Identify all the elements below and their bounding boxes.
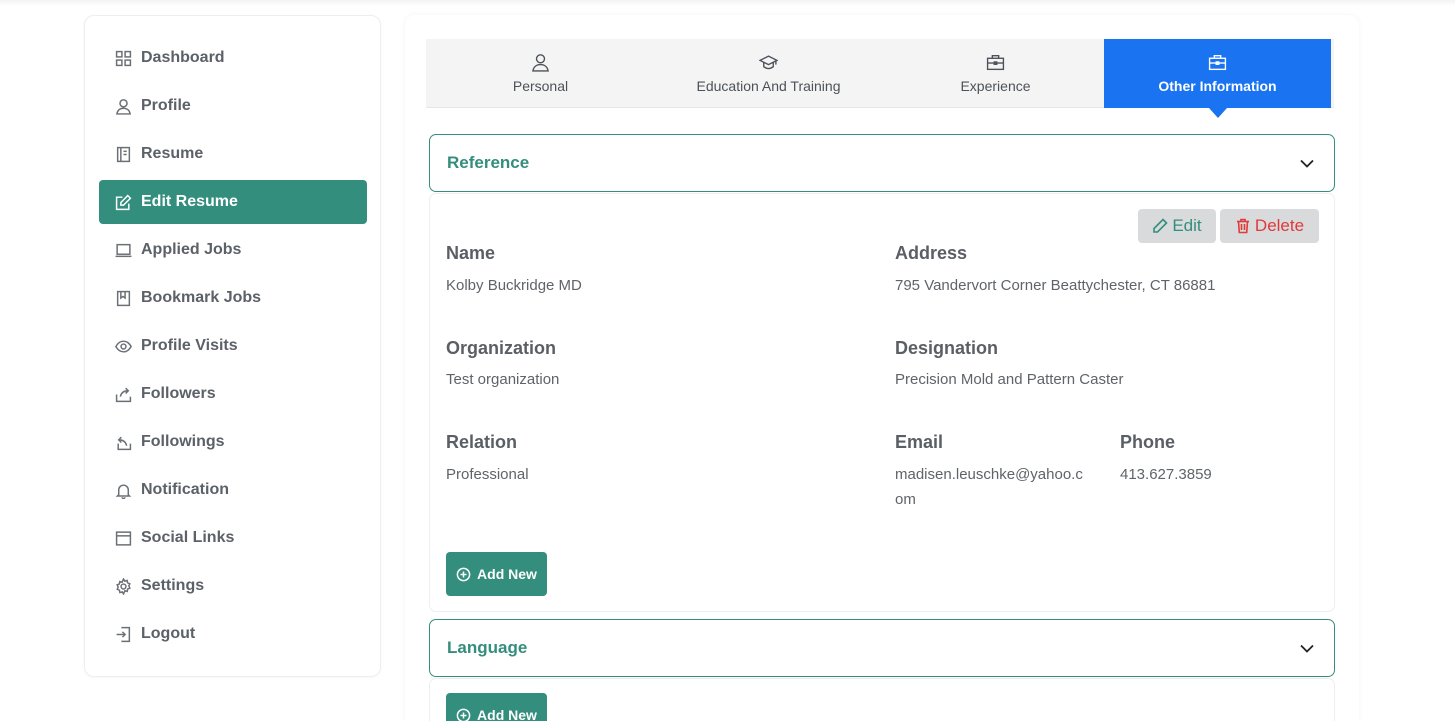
add-language-button[interactable]: Add New	[446, 693, 547, 721]
sidebar-item-bookmark-jobs[interactable]: Bookmark Jobs	[99, 276, 367, 320]
sidebar-item-social-links[interactable]: Social Links	[99, 516, 367, 560]
email-label: Email	[895, 432, 944, 452]
sidebar-item-label: Logout	[141, 625, 196, 642]
laptop-icon	[114, 241, 132, 259]
language-accordion-header[interactable]: Language	[429, 619, 1335, 677]
sidebar-item-label: Followings	[141, 433, 225, 450]
top-shadow	[0, 0, 1455, 6]
add-reference-button[interactable]: Add New	[446, 552, 547, 596]
grid-icon	[114, 49, 132, 67]
plus-circle-icon	[456, 567, 471, 581]
reply-icon	[114, 433, 132, 451]
reference-accordion-header[interactable]: Reference	[429, 134, 1335, 192]
logout-icon	[114, 625, 132, 643]
name-value: Kolby Buckridge MD	[446, 277, 582, 294]
sidebar-item-label: Resume	[141, 145, 204, 162]
sidebar-item-label: Social Links	[141, 529, 235, 546]
eye-icon	[114, 337, 132, 355]
sidebar-item-dashboard[interactable]: Dashboard	[99, 36, 367, 80]
phone-value: 413.627.3859	[1120, 466, 1212, 483]
trash-icon	[1236, 218, 1249, 234]
sidebar-item-label: Profile	[141, 97, 191, 114]
address-value: 795 Vandervort Corner Beattychester, CT …	[895, 277, 1216, 294]
bookmark-icon	[114, 289, 132, 307]
sidebar-item-settings[interactable]: Settings	[99, 564, 367, 608]
email-value-line1: madisen.leuschke@yahoo.c	[895, 466, 1083, 483]
briefcase-icon	[1208, 53, 1227, 75]
bell-icon	[114, 481, 132, 499]
resume-tabs: Personal Education And Training Experien…	[426, 39, 1334, 118]
briefcase-icon	[986, 53, 1005, 75]
edit-icon	[114, 193, 132, 211]
tab-experience[interactable]: Experience	[882, 39, 1109, 108]
add-label: Add New	[477, 707, 537, 721]
sidebar-item-profile-visits[interactable]: Profile Visits	[99, 324, 367, 368]
graduation-cap-icon	[758, 53, 779, 75]
email-value-line2: om	[895, 491, 916, 508]
sidebar-item-label: Notification	[141, 481, 229, 498]
sidebar-item-followers[interactable]: Followers	[99, 372, 367, 416]
share-icon	[114, 385, 132, 403]
designation-label: Designation	[895, 338, 999, 358]
organization-value: Test organization	[446, 371, 560, 388]
sidebar: Dashboard Profile Resume Edit Resume App…	[84, 15, 381, 677]
user-icon	[114, 97, 132, 115]
relation-value: Professional	[446, 466, 529, 483]
user-icon	[531, 53, 550, 75]
name-label: Name	[446, 243, 496, 263]
tab-education-and-training[interactable]: Education And Training	[655, 39, 882, 108]
organization-label: Organization	[446, 338, 557, 358]
document-icon	[114, 145, 132, 163]
sidebar-item-label: Settings	[141, 577, 205, 594]
sidebar-item-label: Applied Jobs	[141, 241, 242, 258]
chevron-down-icon	[1298, 154, 1316, 172]
pencil-icon	[1153, 218, 1168, 233]
sidebar-item-resume[interactable]: Resume	[99, 132, 367, 176]
main-panel: Personal Education And Training Experien…	[405, 15, 1359, 721]
sidebar-item-label: Followers	[141, 385, 216, 402]
tab-label: Education And Training	[696, 78, 841, 94]
delete-button[interactable]: Delete	[1220, 209, 1319, 243]
reference-accordion-body: Edit Delete Name Kolby Buckridge MD Addr…	[429, 193, 1335, 612]
sidebar-item-label: Profile Visits	[141, 337, 238, 354]
edit-label: Edit	[1172, 216, 1202, 235]
gear-icon	[114, 577, 132, 595]
designation-value: Precision Mold and Pattern Caster	[895, 371, 1124, 388]
delete-label: Delete	[1254, 216, 1305, 235]
address-label: Address	[895, 243, 968, 263]
relation-label: Relation	[446, 432, 518, 452]
chevron-down-icon	[1298, 639, 1316, 657]
tab-personal[interactable]: Personal	[426, 39, 655, 108]
phone-label: Phone	[1120, 432, 1176, 452]
window-icon	[114, 529, 132, 547]
sidebar-item-followings[interactable]: Followings	[99, 420, 367, 464]
tab-other-information[interactable]: Other Information	[1104, 39, 1331, 118]
sidebar-item-label: Edit Resume	[141, 193, 238, 210]
sidebar-item-label: Dashboard	[141, 49, 225, 66]
sidebar-item-notification[interactable]: Notification	[99, 468, 367, 512]
plus-circle-icon	[456, 708, 471, 721]
language-accordion-body: Add New	[429, 678, 1335, 721]
language-title: Language	[447, 638, 528, 657]
tab-label: Personal	[512, 78, 569, 94]
sidebar-item-label: Bookmark Jobs	[141, 289, 262, 306]
tab-label: Other Information	[1158, 78, 1277, 94]
sidebar-item-applied-jobs[interactable]: Applied Jobs	[99, 228, 367, 272]
sidebar-item-profile[interactable]: Profile	[99, 84, 367, 128]
tab-label: Experience	[960, 78, 1031, 94]
sidebar-item-logout[interactable]: Logout	[99, 612, 367, 656]
add-label: Add New	[477, 566, 537, 582]
reference-title: Reference	[447, 153, 530, 172]
edit-button[interactable]: Edit	[1138, 209, 1216, 243]
sidebar-item-edit-resume[interactable]: Edit Resume	[99, 180, 367, 224]
